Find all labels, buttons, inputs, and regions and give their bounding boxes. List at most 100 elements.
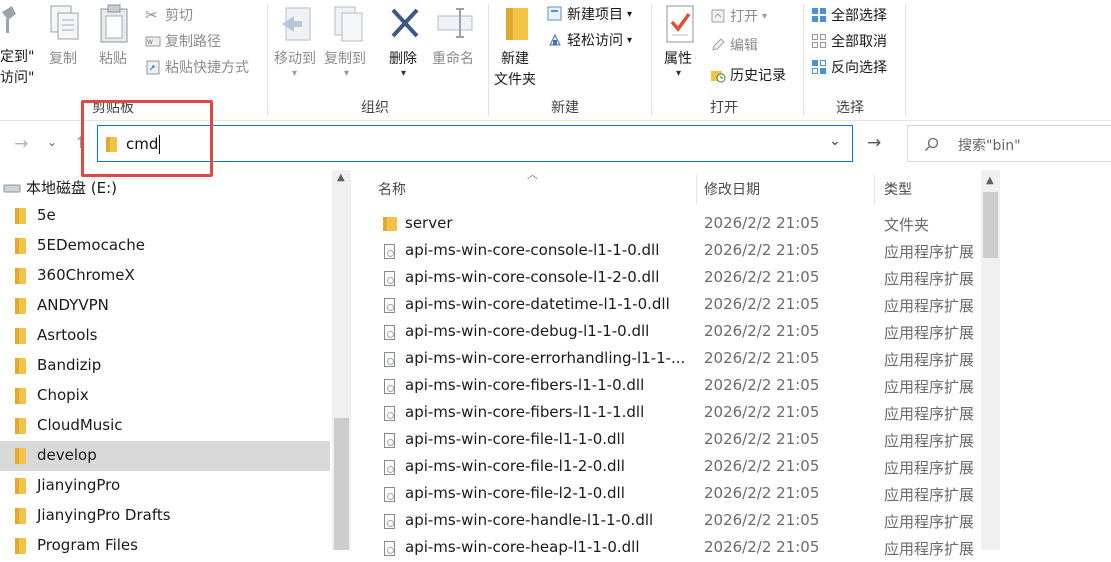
nav-folder-item[interactable]: Program Files	[0, 531, 330, 561]
drive-item[interactable]: 本地磁盘 (E:)	[0, 174, 330, 200]
history-label: 历史记录	[730, 68, 786, 84]
nav-folder-item[interactable]: Bandizip	[0, 351, 330, 381]
paste-button[interactable]: 粘贴	[93, 2, 135, 72]
copy-to-icon	[334, 6, 363, 42]
recent-locations-button[interactable]: ⌄	[47, 135, 57, 149]
nav-folder-item[interactable]: Chopix	[0, 381, 330, 411]
ribbon-separator	[803, 4, 804, 116]
arrow-right-icon: →	[867, 133, 882, 153]
open-button[interactable]: 打开 ▾	[710, 6, 767, 26]
select-none-label: 全部取消	[831, 34, 887, 50]
paste-shortcut-icon	[146, 60, 160, 75]
nav-folder-label: Program Files	[37, 536, 138, 554]
easy-access-label: 轻松访问	[567, 33, 623, 49]
drive-icon	[3, 184, 21, 193]
column-header-date[interactable]: 修改日期	[704, 179, 760, 199]
file-row[interactable]: api-ms-win-core-fibers-l1-1-1.dll 2026/2/…	[378, 400, 976, 427]
nav-folder-item[interactable]: 5e	[0, 201, 330, 231]
nav-scrollbar[interactable]: ▲	[332, 170, 351, 550]
file-row[interactable]: api-ms-win-core-debug-l1-1-0.dll 2026/2/2…	[378, 319, 976, 346]
delete-button[interactable]: 删除 ▾	[384, 2, 426, 82]
paste-shortcut-button[interactable]: 粘贴快捷方式	[145, 57, 249, 77]
copy-button[interactable]: 复制	[44, 2, 86, 72]
nav-folder-label: develop	[37, 446, 97, 464]
nav-scrollbar-thumb[interactable]	[334, 418, 349, 550]
move-to-button[interactable]: 移动到 ▾	[272, 2, 322, 82]
new-folder-button[interactable]: 新建 文件夹	[492, 2, 542, 90]
address-dropdown-chevron-icon[interactable]: ⌄	[829, 133, 841, 149]
invert-selection-button[interactable]: 反向选择	[811, 57, 887, 77]
nav-folder-item[interactable]: Asrtools	[0, 321, 330, 351]
new-item-button[interactable]: 新建项目 ▾	[547, 4, 632, 24]
file-row[interactable]: api-ms-win-core-datetime-l1-1-0.dll 2026/…	[378, 292, 976, 319]
sort-indicator-icon: ︿	[527, 168, 538, 181]
file-row[interactable]: api-ms-win-core-heap-l1-1-0.dll 2026/2/2 …	[378, 535, 976, 562]
file-date: 2026/2/2 21:05	[704, 457, 820, 475]
file-row[interactable]: api-ms-win-core-file-l1-1-0.dll 2026/2/2 …	[378, 427, 976, 454]
new-folder-icon	[506, 8, 528, 40]
folder-icon	[15, 238, 26, 254]
select-all-button[interactable]: 全部选择	[811, 5, 887, 25]
file-name: api-ms-win-core-file-l2-1-0.dll	[405, 484, 625, 502]
nav-folder-item[interactable]: 360ChromeX	[0, 261, 330, 291]
file-row[interactable]: api-ms-win-core-fibers-l1-1-0.dll 2026/2/…	[378, 373, 976, 400]
copy-to-button[interactable]: 复制到 ▾	[322, 2, 372, 82]
cut-button[interactable]: ✂ 剪切	[145, 5, 193, 25]
file-name: api-ms-win-core-console-l1-2-0.dll	[405, 268, 660, 286]
nav-folder-item[interactable]: CloudMusic	[0, 411, 330, 441]
nav-folder-item[interactable]: develop	[0, 441, 330, 471]
easy-access-button[interactable]: 轻松访问 ▾	[547, 30, 632, 50]
rename-button[interactable]: 重命名	[430, 2, 482, 82]
properties-button[interactable]: 属性 ▾	[657, 2, 703, 82]
pin-label-line2: 访问"	[0, 70, 35, 86]
forward-button[interactable]: →	[14, 134, 28, 154]
file-name: api-ms-win-core-console-l1-1-0.dll	[405, 241, 660, 259]
column-header-type[interactable]: 类型	[884, 179, 912, 199]
invert-selection-label: 反向选择	[831, 60, 887, 76]
edit-label: 编辑	[730, 38, 758, 54]
pin-to-quick-access-button[interactable]: 定到" 访问"	[0, 0, 40, 90]
file-name: api-ms-win-core-file-l1-2-0.dll	[405, 457, 625, 475]
properties-checkmark-icon	[666, 5, 694, 43]
scroll-up-arrow-icon[interactable]: ▲	[337, 172, 345, 183]
nav-folder-item[interactable]: 5EDemocache	[0, 231, 330, 261]
history-button[interactable]: 历史记录	[710, 65, 786, 85]
select-all-label: 全部选择	[831, 8, 887, 24]
paste-label: 粘贴	[99, 51, 127, 67]
file-row[interactable]: api-ms-win-core-handle-l1-1-0.dll 2026/2/…	[378, 508, 976, 535]
search-box[interactable]: 搜索"bin"	[907, 125, 1111, 162]
edit-pencil-icon	[712, 38, 725, 51]
file-list-scrollbar-thumb[interactable]	[983, 192, 998, 258]
nav-folder-item[interactable]: JianyingPro	[0, 471, 330, 501]
file-name: api-ms-win-core-heap-l1-1-0.dll	[405, 538, 640, 556]
file-date: 2026/2/2 21:05	[704, 214, 820, 232]
edit-button[interactable]: 编辑	[710, 35, 758, 55]
file-name: api-ms-win-core-fibers-l1-1-0.dll	[405, 376, 645, 394]
file-name: server	[405, 214, 453, 232]
column-header-name[interactable]: 名称	[378, 179, 406, 199]
go-button[interactable]: →	[858, 125, 894, 162]
file-row[interactable]: api-ms-win-core-file-l2-1-0.dll 2026/2/2 …	[378, 481, 976, 508]
delete-x-icon	[391, 8, 419, 38]
file-row[interactable]: api-ms-win-core-console-l1-1-0.dll 2026/2…	[378, 238, 976, 265]
scroll-up-arrow-icon[interactable]: ▲	[986, 175, 994, 186]
copy-path-button[interactable]: W 复制路径	[145, 31, 221, 51]
file-list-scrollbar[interactable]: ▲	[981, 170, 1000, 550]
nav-folder-item[interactable]: JianyingPro Drafts	[0, 501, 330, 531]
file-row[interactable]: api-ms-win-core-errorhandling-l1-1-... 20…	[378, 346, 976, 373]
folder-icon	[15, 268, 26, 284]
chevron-down-icon: ▾	[627, 8, 633, 20]
file-type: 应用程序扩展	[884, 270, 975, 288]
folder-icon	[15, 418, 26, 434]
nav-folder-item[interactable]: ANDYVPN	[0, 291, 330, 321]
rename-icon	[437, 8, 473, 38]
file-date: 2026/2/2 21:05	[704, 322, 820, 340]
select-none-button[interactable]: 全部取消	[811, 31, 887, 51]
organize-group-label: 组织	[361, 100, 389, 116]
file-row[interactable]: api-ms-win-core-file-l1-2-0.dll 2026/2/2 …	[378, 454, 976, 481]
file-type: 应用程序扩展	[884, 513, 975, 531]
file-date: 2026/2/2 21:05	[704, 349, 820, 367]
file-date: 2026/2/2 21:05	[704, 376, 820, 394]
file-row[interactable]: server 2026/2/2 21:05 文件夹	[378, 211, 976, 238]
file-row[interactable]: api-ms-win-core-console-l1-2-0.dll 2026/2…	[378, 265, 976, 292]
